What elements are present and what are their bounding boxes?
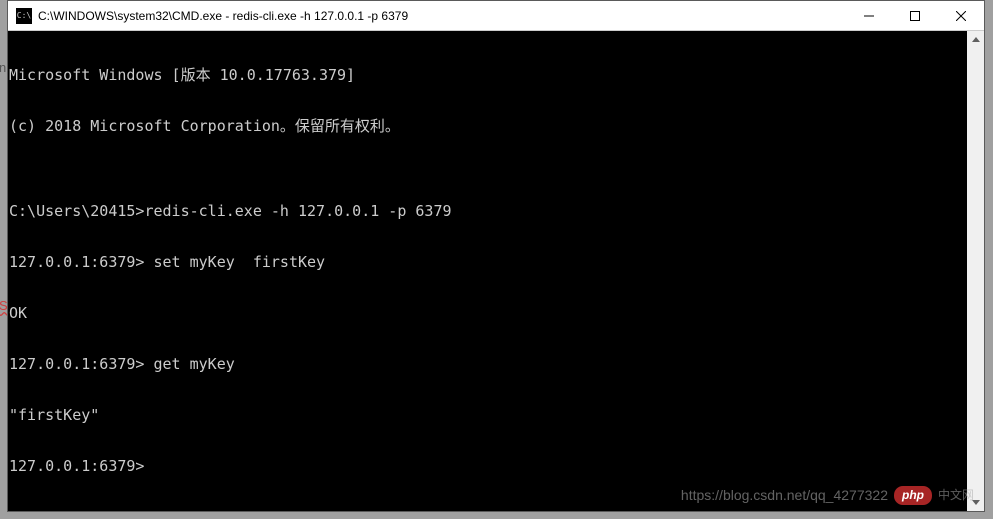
- terminal-line: OK: [9, 305, 984, 322]
- cmd-icon: C:\: [16, 8, 32, 24]
- php-badge: php: [894, 486, 932, 505]
- vertical-scrollbar[interactable]: [967, 31, 984, 511]
- terminal-line: 127.0.0.1:6379>: [9, 458, 984, 475]
- terminal-line: C:\Users\20415>redis-cli.exe -h 127.0.0.…: [9, 203, 984, 220]
- window-title: C:\WINDOWS\system32\CMD.exe - redis-cli.…: [38, 9, 846, 23]
- minimize-button[interactable]: [846, 1, 892, 30]
- watermark-url: https://blog.csdn.net/qq_4277322: [681, 487, 888, 504]
- close-button[interactable]: [938, 1, 984, 30]
- maximize-icon: [910, 11, 920, 21]
- terminal-line: 127.0.0.1:6379> set myKey firstKey: [9, 254, 984, 271]
- scrollbar-up-button[interactable]: [967, 31, 984, 48]
- titlebar[interactable]: C:\ C:\WINDOWS\system32\CMD.exe - redis-…: [8, 1, 984, 31]
- terminal-output[interactable]: Microsoft Windows [版本 10.0.17763.379] (c…: [8, 31, 984, 511]
- background-char-n: n: [0, 60, 6, 75]
- cmd-window: C:\ C:\WINDOWS\system32\CMD.exe - redis-…: [7, 0, 985, 512]
- cn-label: 中文网: [938, 487, 974, 504]
- window-controls: [846, 1, 984, 30]
- terminal-line: Microsoft Windows [版本 10.0.17763.379]: [9, 67, 984, 84]
- chevron-up-icon: [972, 37, 980, 42]
- maximize-button[interactable]: [892, 1, 938, 30]
- close-icon: [956, 11, 966, 21]
- terminal-line: "firstKey": [9, 407, 984, 424]
- terminal-line: 127.0.0.1:6379> get myKey: [9, 356, 984, 373]
- minimize-icon: [864, 11, 874, 21]
- terminal-line: (c) 2018 Microsoft Corporation。保留所有权利。: [9, 118, 984, 135]
- watermark: https://blog.csdn.net/qq_4277322 php 中文网: [681, 486, 974, 505]
